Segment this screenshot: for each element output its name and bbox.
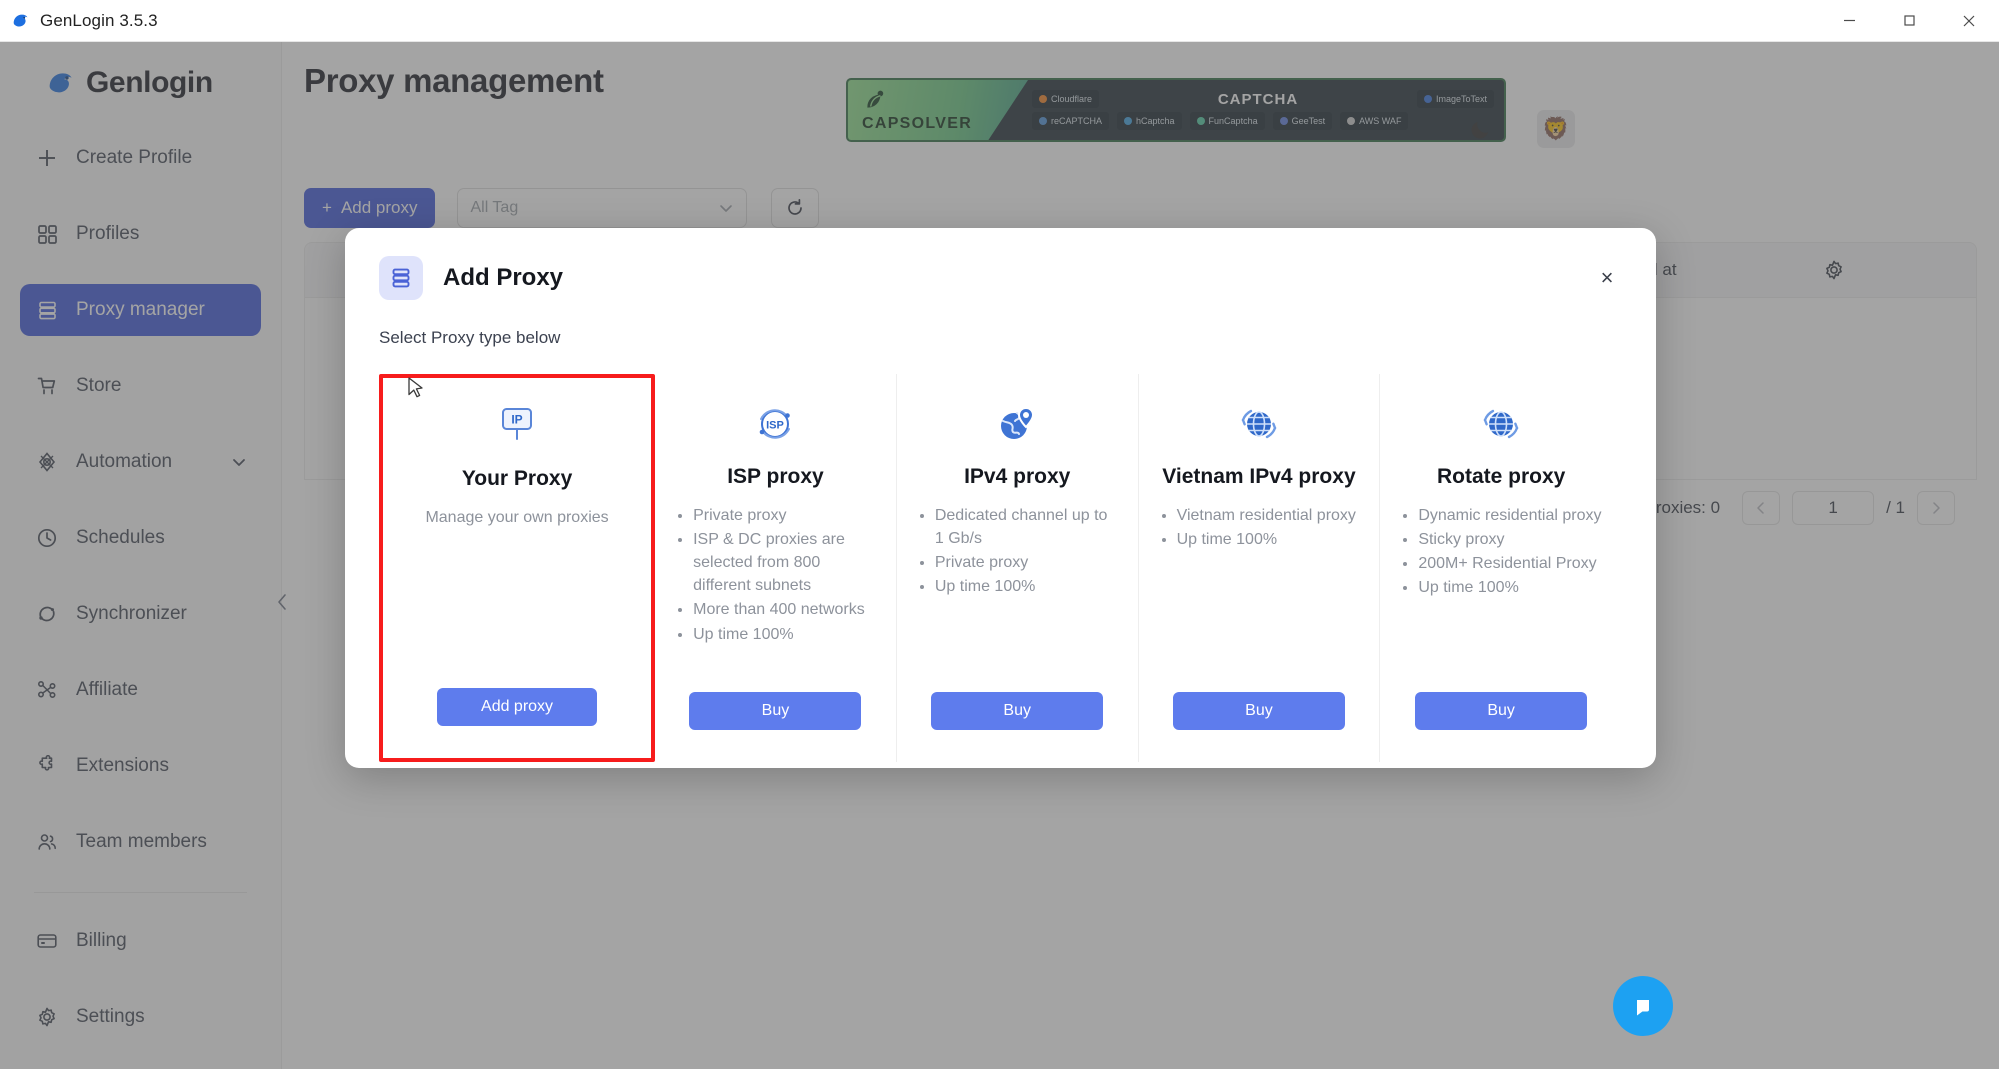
proxy-card-title: Vietnam IPv4 proxy — [1162, 465, 1356, 488]
feature-item: Private proxy — [935, 551, 1120, 574]
feature-item: More than 400 networks — [693, 598, 878, 621]
modal-subtitle: Select Proxy type below — [379, 328, 561, 347]
feature-item: Up time 100% — [693, 623, 878, 646]
proxy-card-features: Vietnam residential proxy Up time 100% — [1157, 504, 1362, 552]
app-logo-icon — [10, 10, 32, 32]
proxy-card-title: IPv4 proxy — [964, 465, 1071, 488]
proxy-card-description: Manage your own proxies — [425, 508, 609, 526]
feature-item: Private proxy — [693, 504, 878, 527]
close-icon[interactable]: × — [1592, 263, 1622, 293]
feature-item: Sticky proxy — [1418, 528, 1604, 551]
feature-item: Up time 100% — [1177, 528, 1362, 551]
chat-bubble-button[interactable] — [1613, 976, 1673, 1036]
chat-bubble-icon — [1637, 1000, 1649, 1016]
buy-button[interactable]: Buy — [1172, 692, 1345, 730]
proxy-card-your-proxy[interactable]: IP Your Proxy Manage your own proxies Ad… — [379, 374, 656, 762]
svg-text:ISP: ISP — [767, 420, 785, 432]
proxy-card-features: Private proxy ISP & DC proxies are selec… — [673, 504, 878, 647]
feature-item: Up time 100% — [1418, 576, 1604, 599]
feature-item: Up time 100% — [935, 575, 1120, 598]
add-proxy-card-button[interactable]: Add proxy — [437, 688, 598, 726]
app-body: Genlogin Create Profile Profi — [0, 42, 1999, 1069]
proxy-card-rotate-proxy[interactable]: Rotate proxy Dynamic residential proxy S… — [1380, 374, 1622, 762]
globe-rotate-icon — [1476, 398, 1526, 450]
svg-text:IP: IP — [511, 413, 522, 427]
buy-button[interactable]: Buy — [1415, 692, 1588, 730]
proxy-card-features: Dedicated channel up to 1 Gb/s Private p… — [915, 504, 1120, 600]
buy-button[interactable]: Buy — [931, 692, 1104, 730]
window-title: GenLogin 3.5.3 — [40, 10, 158, 30]
server-icon — [379, 256, 423, 300]
modal-title: Add Proxy — [443, 264, 564, 291]
window-titlebar: GenLogin 3.5.3 — [0, 0, 1999, 42]
proxy-card-title: Rotate proxy — [1436, 465, 1566, 488]
isp-icon: ISP — [750, 398, 800, 450]
globe-rotate-icon — [1234, 398, 1284, 450]
buy-button[interactable]: Buy — [689, 692, 862, 730]
feature-item: Dedicated channel up to 1 Gb/s — [935, 504, 1120, 550]
proxy-type-cards: IP Your Proxy Manage your own proxies Ad… — [379, 374, 1622, 762]
proxy-card-ipv4-proxy[interactable]: IPv4 proxy Dedicated channel up to 1 Gb/… — [897, 374, 1139, 762]
window-controls — [1819, 0, 1999, 42]
modal-header: Add Proxy × — [379, 256, 1622, 300]
minimize-button[interactable] — [1819, 0, 1879, 42]
add-proxy-modal: Add Proxy × Select Proxy type below IP Y… — [345, 228, 1656, 768]
globe-pin-icon — [992, 398, 1042, 450]
close-button[interactable] — [1939, 0, 1999, 42]
proxy-card-features: Dynamic residential proxy Sticky proxy 2… — [1398, 504, 1604, 601]
proxy-card-vietnam-ipv4-proxy[interactable]: Vietnam IPv4 proxy Vietnam residential p… — [1139, 374, 1381, 762]
feature-item: Vietnam residential proxy — [1177, 504, 1362, 527]
proxy-card-title: Your Proxy — [461, 467, 573, 490]
feature-item: ISP & DC proxies are selected from 800 d… — [693, 528, 878, 598]
feature-item: 200M+ Residential Proxy — [1418, 552, 1604, 575]
ip-tag-icon: IP — [491, 400, 543, 452]
proxy-card-isp-proxy[interactable]: ISP ISP proxy Private proxy ISP & DC pro… — [655, 374, 897, 762]
maximize-button[interactable] — [1879, 0, 1939, 42]
proxy-card-title: ISP proxy — [727, 465, 824, 488]
feature-item: Dynamic residential proxy — [1418, 504, 1604, 527]
